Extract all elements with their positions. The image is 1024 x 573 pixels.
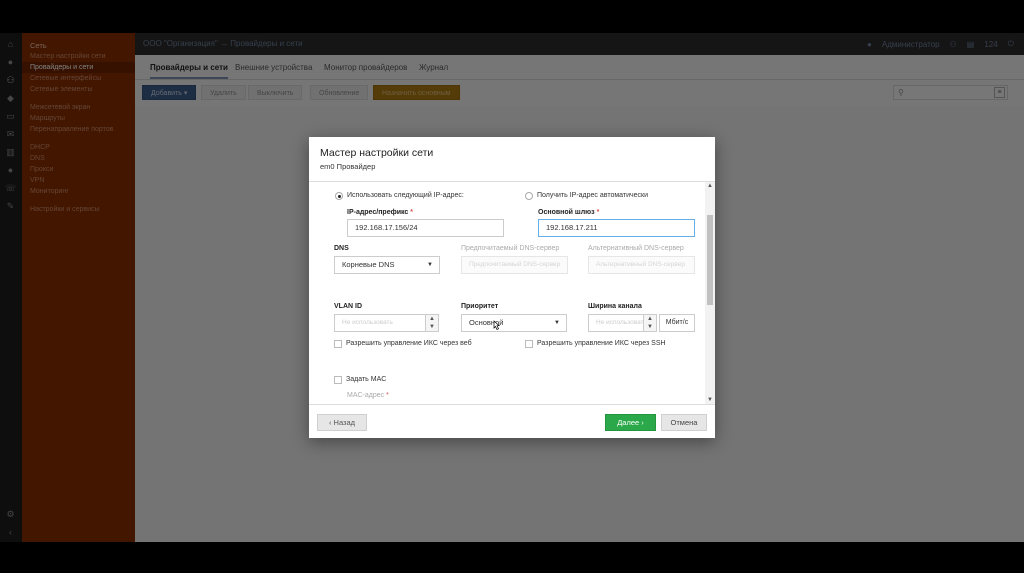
- chevron-right-icon: ›: [641, 418, 644, 427]
- back-button-label: Назад: [333, 418, 356, 427]
- dns-preferred-label: Предпочитаемый DNS-сервер: [461, 245, 560, 252]
- allow-web-checkbox[interactable]: [334, 340, 342, 348]
- stepper-up-icon[interactable]: ▲: [644, 315, 656, 323]
- stepper-down-icon[interactable]: ▼: [426, 323, 438, 331]
- chevron-down-icon: ▼: [554, 320, 560, 326]
- dns-select-value: Корневые DNS: [342, 260, 395, 269]
- next-button-label: Далее: [617, 418, 640, 427]
- allow-ssh-label[interactable]: Разрешить управление ИКС через SSH: [537, 340, 666, 347]
- dialog-title: Мастер настройки сети: [320, 147, 434, 159]
- radio-static-ip[interactable]: [335, 192, 343, 200]
- dns-select[interactable]: Корневые DNS ▼: [334, 256, 440, 274]
- vlan-id-input[interactable]: Не использовать: [334, 314, 426, 332]
- priority-select[interactable]: Основной ▼: [461, 314, 567, 332]
- dns-label: DNS: [334, 245, 349, 252]
- dialog-footer: ‹ Назад Далее › Отмена: [309, 404, 715, 438]
- dialog-subtitle: em0 Провайдер: [320, 162, 376, 171]
- dialog-body: Использовать следующий IP-адрес: Получит…: [309, 182, 715, 404]
- mouse-cursor-icon: [493, 320, 501, 330]
- scroll-down-icon[interactable]: ▼: [707, 397, 713, 403]
- priority-label: Приоритет: [461, 303, 499, 310]
- bandwidth-unit: Мбит/с: [659, 314, 695, 332]
- scroll-up-icon[interactable]: ▲: [707, 183, 713, 189]
- bandwidth-input[interactable]: Не использовать: [588, 314, 644, 332]
- dialog-header: Мастер настройки сети em0 Провайдер: [309, 137, 715, 182]
- gateway-label: Основной шлюз *: [538, 209, 600, 216]
- next-button[interactable]: Далее ›: [605, 414, 656, 431]
- allow-web-label[interactable]: Разрешить управление ИКС через веб: [346, 340, 472, 347]
- network-wizard-dialog: Мастер настройки сети em0 Провайдер Испо…: [309, 137, 715, 438]
- back-button[interactable]: ‹ Назад: [317, 414, 367, 431]
- radio-static-ip-label: Использовать следующий IP-адрес:: [347, 192, 464, 199]
- bandwidth-label: Ширина канала: [588, 303, 642, 310]
- cancel-button[interactable]: Отмена: [661, 414, 707, 431]
- allow-ssh-checkbox[interactable]: [525, 340, 533, 348]
- chevron-down-icon: ▼: [427, 262, 433, 268]
- dns-alternate-label: Альтернативный DNS-сервер: [588, 245, 684, 252]
- chevron-left-icon: ‹: [328, 418, 332, 427]
- stepper-down-icon[interactable]: ▼: [644, 323, 656, 331]
- dns-alternate-input[interactable]: Альтернативный DNS-сервер: [588, 256, 695, 274]
- ip-prefix-label: IP-адрес/префикс *: [347, 209, 414, 216]
- radio-auto-ip-label: Получить IP-адрес автоматически: [537, 192, 649, 199]
- dns-preferred-input[interactable]: Предпочитаемый DNS-сервер: [461, 256, 568, 274]
- mac-address-label: MAC-адрес *: [347, 392, 389, 399]
- gateway-input[interactable]: 192.168.17.211: [538, 219, 695, 237]
- bandwidth-stepper[interactable]: ▲ ▼: [643, 314, 657, 332]
- scrollbar-thumb[interactable]: [707, 215, 713, 305]
- set-mac-checkbox[interactable]: [334, 376, 342, 384]
- stepper-up-icon[interactable]: ▲: [426, 315, 438, 323]
- vlan-id-stepper[interactable]: ▲ ▼: [425, 314, 439, 332]
- set-mac-label[interactable]: Задать MAC: [346, 376, 386, 383]
- vlan-id-label: VLAN ID: [334, 303, 362, 310]
- radio-auto-ip[interactable]: [525, 192, 533, 200]
- ip-prefix-input[interactable]: 192.168.17.156/24: [347, 219, 504, 237]
- dialog-scrollbar[interactable]: ▲ ▼: [705, 182, 715, 404]
